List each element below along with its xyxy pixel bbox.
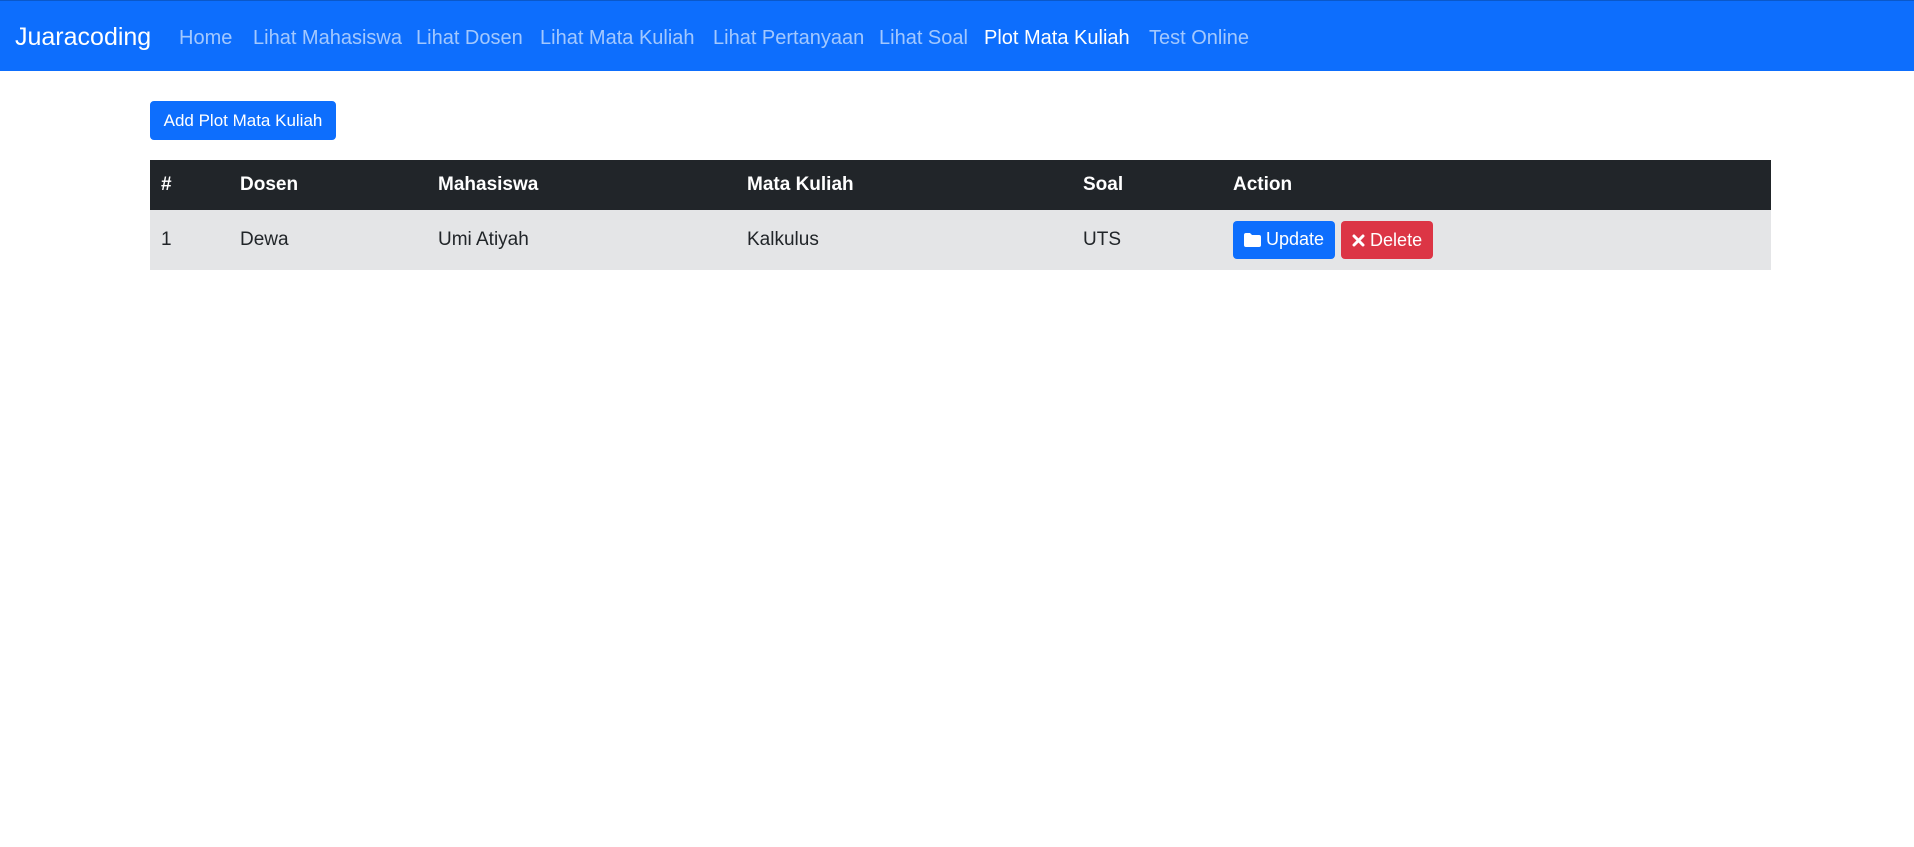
- folder-icon: [1244, 232, 1261, 247]
- cell-action: Update Delete: [1222, 210, 1771, 270]
- delete-button-label: Delete: [1370, 229, 1423, 250]
- cell-no: 1: [161, 229, 172, 250]
- table-row: 1 Dewa Umi Atiyah Kalkulus UTS Update De…: [150, 210, 1771, 270]
- column-header-dosen: Dosen: [240, 174, 299, 195]
- column-header-mata-kuliah: Mata Kuliah: [747, 174, 854, 195]
- top-navbar: Juaracoding Home Lihat Mahasiswa Lihat D…: [0, 0, 1914, 71]
- navbar-brand[interactable]: Juaracoding: [15, 23, 151, 51]
- column-header-soal: Soal: [1083, 174, 1124, 195]
- cell-soal: UTS: [1083, 229, 1121, 250]
- delete-button[interactable]: Delete: [1341, 221, 1434, 260]
- update-button[interactable]: Update: [1233, 220, 1336, 259]
- nav-link-lihat-soal[interactable]: Lihat Soal: [879, 26, 968, 50]
- column-header-action: Action: [1233, 174, 1293, 195]
- cell-mata-kuliah: Kalkulus: [747, 229, 819, 250]
- nav-link-lihat-mata-kuliah[interactable]: Lihat Mata Kuliah: [540, 26, 695, 50]
- cell-dosen: Dewa: [240, 229, 289, 250]
- nav-link-lihat-pertanyaan[interactable]: Lihat Pertanyaan: [713, 26, 864, 50]
- nav-link-lihat-dosen[interactable]: Lihat Dosen: [416, 26, 523, 50]
- plot-mata-kuliah-table: # Dosen Mahasiswa Mata Kuliah Soal Actio…: [150, 160, 1771, 270]
- update-button-label: Update: [1266, 229, 1325, 250]
- column-header-no: #: [161, 174, 172, 195]
- nav-link-plot-mata-kuliah[interactable]: Plot Mata Kuliah: [984, 26, 1130, 50]
- column-header-mahasiswa: Mahasiswa: [438, 174, 539, 195]
- cell-mahasiswa: Umi Atiyah: [438, 229, 529, 250]
- table-header-row: # Dosen Mahasiswa Mata Kuliah Soal Actio…: [150, 160, 1771, 210]
- add-plot-mata-kuliah-button[interactable]: Add Plot Mata Kuliah: [150, 101, 336, 140]
- times-icon: [1352, 234, 1365, 247]
- nav-link-home[interactable]: Home: [179, 26, 232, 50]
- nav-link-test-online[interactable]: Test Online: [1149, 26, 1249, 50]
- nav-link-lihat-mahasiswa[interactable]: Lihat Mahasiswa: [253, 26, 402, 50]
